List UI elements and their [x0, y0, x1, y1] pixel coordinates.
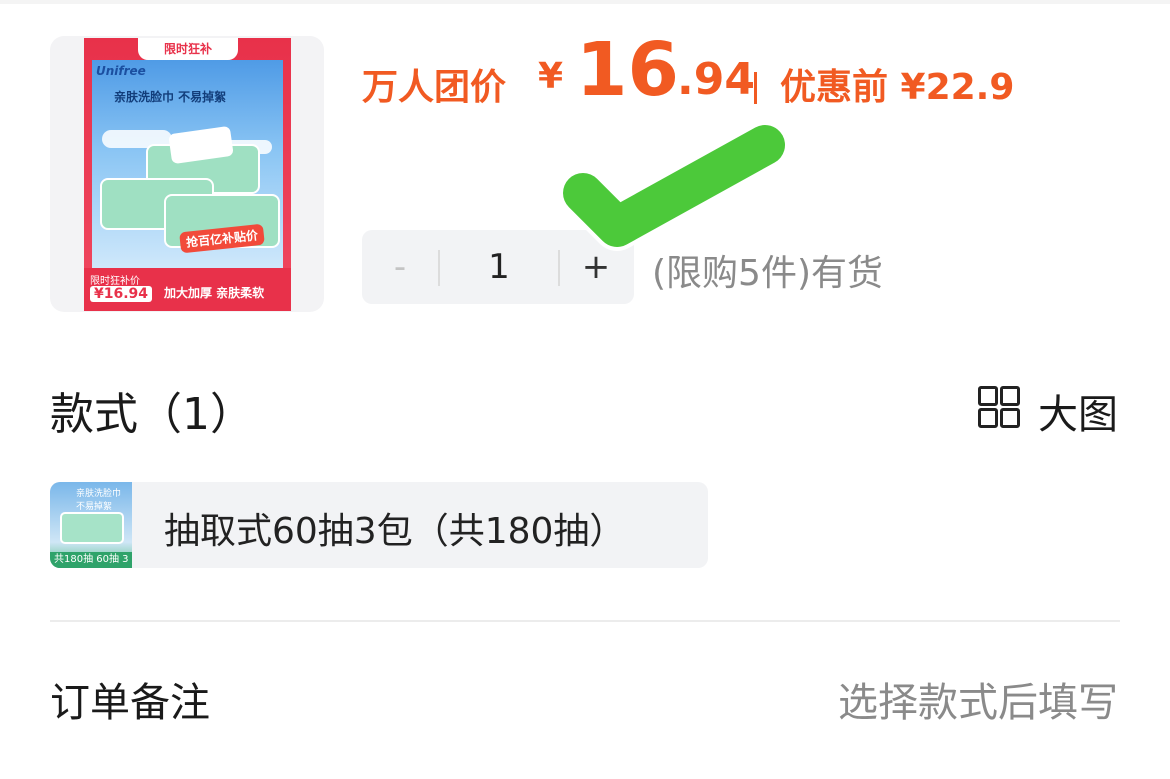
- style-option-thumbnail: 亲肤洗脸巾 不易掉絮 共180抽 60抽 3包: [50, 482, 132, 568]
- style-section-title: 款式（1）: [50, 389, 254, 440]
- thumb-pack: [60, 512, 124, 544]
- bottom-price: ¥16.94: [90, 286, 153, 302]
- product-image[interactable]: 限时狂补 Unifree 亲肤洗脸巾 不易掉絮 抢百亿补贴价 限时狂补价 ¥16…: [84, 38, 291, 311]
- quantity-value[interactable]: 1: [440, 230, 558, 304]
- group-price-label: 万人团价: [362, 67, 507, 108]
- thumb-top-text: 亲肤洗脸巾 不易掉絮: [76, 489, 122, 512]
- price-currency: ¥: [538, 56, 564, 97]
- product-image-bottom-bar: 限时狂补价 ¥16.94 加大加厚 亲肤柔软: [84, 268, 291, 311]
- product-brand-logo: Unifree: [96, 64, 146, 78]
- thumb-foot-text: 共180抽 60抽 3包: [50, 552, 132, 568]
- product-image-slogan: 亲肤洗脸巾 不易掉絮: [114, 90, 227, 104]
- original-price: 优惠前 ¥22.9: [780, 67, 1015, 108]
- price-decimal: .94: [677, 54, 755, 105]
- order-remark-label: 订单备注: [50, 680, 210, 726]
- grid-icon: [978, 386, 1020, 428]
- decrease-button[interactable]: -: [362, 230, 438, 304]
- big-view-label: 大图: [1038, 392, 1118, 438]
- style-option-label: 抽取式60抽3包（共180抽）: [164, 511, 626, 552]
- price-separator: [754, 72, 757, 104]
- price-integer: 16: [576, 27, 679, 113]
- checkmark-icon: [559, 121, 789, 251]
- bottom-feature: 加大加厚 亲肤柔软: [164, 286, 265, 300]
- section-divider: [50, 620, 1120, 622]
- top-divider: [0, 0, 1170, 4]
- order-remark-hint[interactable]: 选择款式后填写: [838, 670, 1118, 728]
- style-option[interactable]: 亲肤洗脸巾 不易掉絮 共180抽 60抽 3包 抽取式60抽3包（共180抽）: [50, 482, 708, 568]
- product-image-tag: 限时狂补: [138, 38, 238, 60]
- product-image-frame[interactable]: 限时狂补 Unifree 亲肤洗脸巾 不易掉絮 抢百亿补贴价 限时狂补价 ¥16…: [50, 36, 324, 312]
- bottom-small-label: 限时狂补价: [90, 276, 140, 287]
